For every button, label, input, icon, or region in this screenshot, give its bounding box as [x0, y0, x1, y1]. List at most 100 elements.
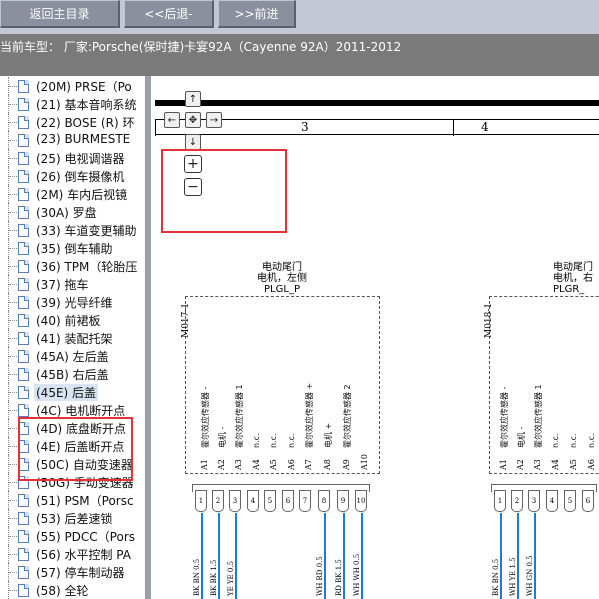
sidebar-item[interactable]: (56) 水平控制 PA	[0, 545, 145, 563]
wire-label: BK BN 0.5	[193, 558, 201, 596]
pin-label: A7	[304, 459, 313, 470]
sidebar-item[interactable]: (45B) 右后盖	[0, 365, 145, 383]
sidebar-item-label: (26) 倒车摄像机	[36, 170, 125, 184]
tree-connector	[9, 392, 17, 393]
sidebar-item[interactable]: (57) 停车制动器	[0, 563, 145, 581]
sidebar-tree[interactable]: (20M) PRSE（Po (21) 基本音响系统 (22) BOSE (R) 环 (…	[0, 76, 146, 599]
sidebar-item[interactable]: (45A) 左后盖	[0, 347, 145, 365]
sidebar-item-label: (39) 光导纤维	[36, 296, 113, 310]
sidebar-item[interactable]: (25) 电视调谐器	[0, 149, 145, 167]
sidebar-item-label: (37) 拖车	[36, 278, 89, 292]
tree-connector	[9, 320, 17, 321]
signal-label: 电机 -	[517, 426, 526, 448]
connector-pin: 1	[195, 490, 207, 512]
component-left-title: 电动尾门 电机，左侧 PLGL_P	[247, 262, 317, 295]
sidebar-item[interactable]: (35) 倒车辅助	[0, 239, 145, 257]
tree-connector	[9, 212, 17, 213]
sidebar-item[interactable]: (41) 装配托架	[0, 329, 145, 347]
pin-label: A1	[200, 459, 209, 470]
sidebar-item[interactable]: (53) 后差速锁	[0, 509, 145, 527]
wire-label: BK BN 0.5	[492, 558, 500, 596]
document-icon	[18, 386, 29, 399]
vehicle-info-bar: 当前车型： 厂家:Porsche(保时捷)卡宴92A（Cayenne 92A）2…	[0, 34, 599, 76]
document-icon	[18, 314, 29, 327]
sidebar-item[interactable]: (30A) 罗盘	[0, 203, 145, 221]
pin-label: A1	[499, 459, 508, 470]
sidebar-item-label: (33) 车道变更辅助	[36, 224, 137, 238]
sidebar-item[interactable]: (33) 车道变更辅助	[0, 221, 145, 239]
tree-connector	[9, 194, 17, 195]
sidebar-item[interactable]: (51) PSM（Porsc	[0, 491, 145, 509]
diagram-viewer[interactable]: 3 4 ↑ ← ✥ → ↓ + − 电动尾门 电机，左侧 PLGL_P M017…	[151, 76, 599, 599]
document-icon	[18, 80, 29, 93]
tree-connector	[9, 338, 17, 339]
sidebar-item[interactable]: (37) 拖车	[0, 275, 145, 293]
sidebar-item[interactable]: (21) 基本音响系统	[0, 95, 145, 113]
tree-connector	[9, 104, 17, 105]
sidebar-item-label: (41) 装配托架	[36, 332, 113, 346]
sidebar-item[interactable]: (58) 全轮	[0, 581, 145, 599]
tree-connector	[9, 500, 17, 501]
connector-pin: 6	[582, 490, 594, 512]
wire	[361, 513, 363, 599]
connector-pin: 2	[511, 490, 523, 512]
sidebar-item[interactable]: (20M) PRSE（Po	[0, 77, 145, 95]
signal-label: 霍尔效应传感器 1	[235, 384, 244, 448]
wire	[201, 513, 203, 599]
wire	[235, 513, 237, 599]
document-icon	[18, 584, 29, 597]
document-icon	[18, 566, 29, 579]
connector-housing	[491, 484, 597, 492]
back-button[interactable]: <<后退-	[124, 0, 214, 28]
sidebar-item-label: (51) PSM（Porsc	[36, 494, 134, 508]
sidebar-item[interactable]: (55) PDCC（Pors	[0, 527, 145, 545]
sidebar-item[interactable]: (39) 光导纤维	[0, 293, 145, 311]
pin-label: A5	[269, 459, 278, 470]
tree-connector	[9, 248, 17, 249]
sidebar-item-label: (45E) 后盖	[34, 384, 99, 401]
tree-connector	[9, 590, 17, 591]
document-icon	[18, 512, 29, 525]
signal-label: 霍尔效应传感器 -	[201, 386, 210, 448]
sidebar-item-label: (57) 停车制动器	[36, 566, 125, 580]
connector-pin: 5	[264, 490, 276, 512]
sidebar-item[interactable]: (40) 前裙板	[0, 311, 145, 329]
pan-up-icon[interactable]: ↑	[185, 91, 201, 107]
document-icon	[18, 350, 29, 363]
sidebar-item[interactable]: (26) 倒车摄像机	[0, 167, 145, 185]
document-icon	[18, 98, 29, 111]
wire	[534, 513, 536, 599]
wire-label: WH YE 1.5	[509, 557, 517, 596]
pin-label: A5	[569, 459, 578, 470]
document-icon	[18, 170, 29, 183]
pan-down-icon[interactable]: ↓	[185, 134, 201, 150]
pin-label: A4	[551, 459, 560, 470]
component-right-title-line2: 电机，右	[553, 273, 593, 284]
home-button[interactable]: 返回主目录	[0, 0, 120, 28]
component-left-id: M017-1	[181, 302, 191, 338]
document-icon	[18, 224, 29, 237]
document-icon	[18, 278, 29, 291]
pan-center-icon[interactable]: ✥	[185, 112, 201, 128]
connector-pin: 2	[212, 490, 224, 512]
wire	[500, 513, 502, 599]
sidebar-item-label: (23) BURMESTE	[36, 132, 131, 146]
sidebar-item[interactable]: (36) TPM（轮胎压	[0, 257, 145, 275]
pan-left-icon[interactable]: ←	[164, 112, 180, 128]
sidebar-item[interactable]: (22) BOSE (R) 环	[0, 113, 145, 131]
pin-label: A10	[360, 454, 369, 470]
document-icon	[18, 296, 29, 309]
sidebar-item[interactable]: (23) BURMESTE	[0, 131, 145, 149]
document-icon	[18, 260, 29, 273]
wire-label: WH WH 0.5	[353, 553, 361, 596]
pan-right-icon[interactable]: →	[206, 112, 222, 128]
component-right-title-line1: 电动尾门	[553, 262, 593, 273]
connector-housing	[192, 484, 370, 492]
sidebar-item-label: (56) 水平控制 PA	[36, 548, 131, 562]
sidebar-item-label: (2M) 车内后视镜	[36, 188, 128, 202]
sidebar-item[interactable]: (45E) 后盖	[0, 383, 145, 401]
sidebar-item[interactable]: (2M) 车内后视镜	[0, 185, 145, 203]
document-icon	[18, 404, 29, 417]
wire	[218, 513, 220, 599]
forward-button[interactable]: >>前进	[218, 0, 296, 28]
